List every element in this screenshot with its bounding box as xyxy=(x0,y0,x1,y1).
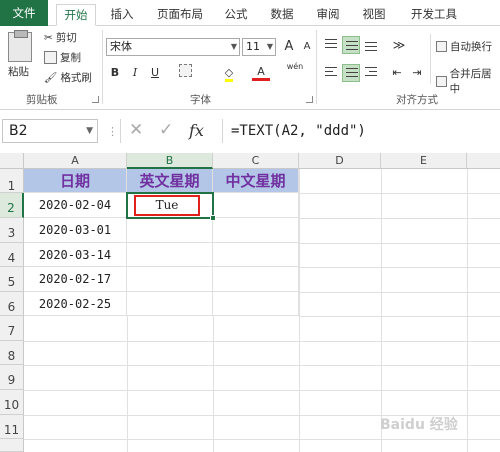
row-header[interactable]: 3 xyxy=(0,218,24,243)
brush-icon: 🖌 xyxy=(44,72,58,84)
column-header-f[interactable] xyxy=(467,153,500,169)
alignment-group-label: 对齐方式 xyxy=(396,94,438,106)
bold-button[interactable]: B xyxy=(106,64,124,82)
tab-file[interactable]: 文件 xyxy=(0,0,48,26)
borders-button[interactable] xyxy=(176,64,194,82)
name-box[interactable]: B2 ▼ xyxy=(2,119,98,143)
row-header[interactable]: 10 xyxy=(0,390,24,415)
paste-button[interactable]: 粘贴 xyxy=(8,64,29,79)
insert-function-icon[interactable]: fx xyxy=(189,121,204,140)
cut-button[interactable]: ✂ 剪切 xyxy=(44,30,77,45)
ribbon-home: 粘贴 ✂ 剪切 复制 🖌 格式刷 剪贴板 宋体 ▼ 11 ▼ A A B I U ◇ A… xyxy=(0,26,500,110)
shrink-font-button[interactable]: A xyxy=(298,38,316,56)
group-separator xyxy=(316,30,317,104)
column-header-d[interactable]: D xyxy=(299,153,381,169)
decrease-indent-button[interactable]: ⇤ xyxy=(388,64,406,82)
font-size-combo[interactable]: 11 ▼ xyxy=(242,38,276,56)
paste-icon[interactable] xyxy=(8,30,32,62)
font-color-button[interactable]: A xyxy=(252,64,270,81)
group-separator xyxy=(430,34,431,84)
clipboard-dialog-launcher[interactable] xyxy=(92,96,99,103)
enter-check-icon[interactable]: ✓ xyxy=(159,120,173,140)
column-header-a[interactable]: A xyxy=(24,153,127,169)
tab-developer[interactable]: 开发工具 xyxy=(404,4,464,26)
grow-font-button[interactable]: A xyxy=(280,38,298,56)
tab-data[interactable]: 数据 xyxy=(264,4,300,26)
copy-button[interactable]: 复制 xyxy=(44,50,81,65)
wrap-text-button[interactable]: 自动换行 xyxy=(436,39,492,54)
group-separator xyxy=(102,30,103,104)
align-center-button[interactable] xyxy=(342,64,360,82)
tab-home[interactable]: 开始 xyxy=(56,4,96,26)
ribbon-tab-bar: 文件 开始 插入 页面布局 公式 数据 审阅 视图 开发工具 xyxy=(0,0,500,26)
outdent-icon: ⇤ xyxy=(392,66,402,79)
orientation-button[interactable]: ≫ xyxy=(390,36,408,54)
italic-button[interactable]: I xyxy=(126,64,144,82)
align-right-button[interactable] xyxy=(362,64,380,82)
row-header[interactable] xyxy=(0,439,24,452)
formula-bar: B2 ▼ ⋮ ✕ ✓ fx =TEXT(A2, "ddd") xyxy=(0,116,500,148)
copy-icon xyxy=(44,51,57,64)
clipboard-group-label: 剪贴板 xyxy=(26,94,58,106)
row-header[interactable]: 1 xyxy=(0,169,24,193)
formula-actions: ✕ ✓ fx xyxy=(120,119,220,143)
tab-review[interactable]: 审阅 xyxy=(310,4,346,26)
middle-align-button[interactable] xyxy=(342,36,360,54)
align-left-button[interactable] xyxy=(322,64,340,82)
row-header[interactable]: 7 xyxy=(0,316,24,341)
fill-handle[interactable] xyxy=(210,215,216,221)
worksheet-grid: A B C D E 1 2 3 4 5 6 7 8 9 10 11 日期 英文星… xyxy=(0,153,500,452)
phonetic-guide-button[interactable]: wén xyxy=(286,62,304,80)
row-header[interactable]: 5 xyxy=(0,267,24,292)
cancel-icon[interactable]: ✕ xyxy=(129,120,143,140)
row-header[interactable]: 4 xyxy=(0,243,24,267)
fill-color-button[interactable]: ◇ xyxy=(220,64,238,82)
tab-formulas[interactable]: 公式 xyxy=(218,4,254,26)
paint-bucket-icon: ◇ xyxy=(224,66,234,82)
indent-icon: ⇥ xyxy=(412,66,422,79)
row-header[interactable]: 11 xyxy=(0,415,24,439)
scissors-icon: ✂ xyxy=(44,31,53,44)
row-header[interactable]: 2 xyxy=(0,193,24,218)
select-all-corner[interactable] xyxy=(0,153,24,169)
row-header[interactable]: 9 xyxy=(0,365,24,390)
wrap-text-icon xyxy=(436,41,447,52)
formula-bar-resize-handle[interactable]: ⋮ xyxy=(107,125,118,138)
row-header[interactable]: 6 xyxy=(0,292,24,316)
increase-indent-button[interactable]: ⇥ xyxy=(408,64,426,82)
chevron-down-icon: ▼ xyxy=(266,42,273,51)
column-header-c[interactable]: C xyxy=(213,153,299,169)
underline-button[interactable]: U xyxy=(146,64,164,82)
tab-view[interactable]: 视图 xyxy=(356,4,392,26)
merge-center-button[interactable]: 合并后居中 xyxy=(436,66,500,96)
column-header-b[interactable]: B xyxy=(127,153,213,169)
column-header-e[interactable]: E xyxy=(381,153,467,169)
gridlines xyxy=(24,169,500,452)
cell-b2-value: Tue xyxy=(134,195,200,216)
font-dialog-launcher[interactable] xyxy=(306,96,313,103)
font-name-combo[interactable]: 宋体 ▼ xyxy=(106,38,240,56)
bottom-align-button[interactable] xyxy=(362,36,380,54)
chevron-down-icon: ▼ xyxy=(230,42,237,51)
text-orientation-icon: ≫ xyxy=(392,38,406,52)
tab-insert[interactable]: 插入 xyxy=(104,4,140,26)
tab-page-layout[interactable]: 页面布局 xyxy=(150,4,210,26)
top-align-button[interactable] xyxy=(322,36,340,54)
format-painter-button[interactable]: 🖌 格式刷 xyxy=(44,70,92,85)
formula-input[interactable]: =TEXT(A2, "ddd") xyxy=(222,119,500,143)
watermark: Baidu 经验 xyxy=(380,417,458,433)
row-header[interactable]: 8 xyxy=(0,341,24,365)
font-group-label: 字体 xyxy=(190,94,211,106)
borders-icon xyxy=(178,64,192,77)
chevron-down-icon[interactable]: ▼ xyxy=(86,120,93,142)
merge-cells-icon xyxy=(436,75,447,87)
